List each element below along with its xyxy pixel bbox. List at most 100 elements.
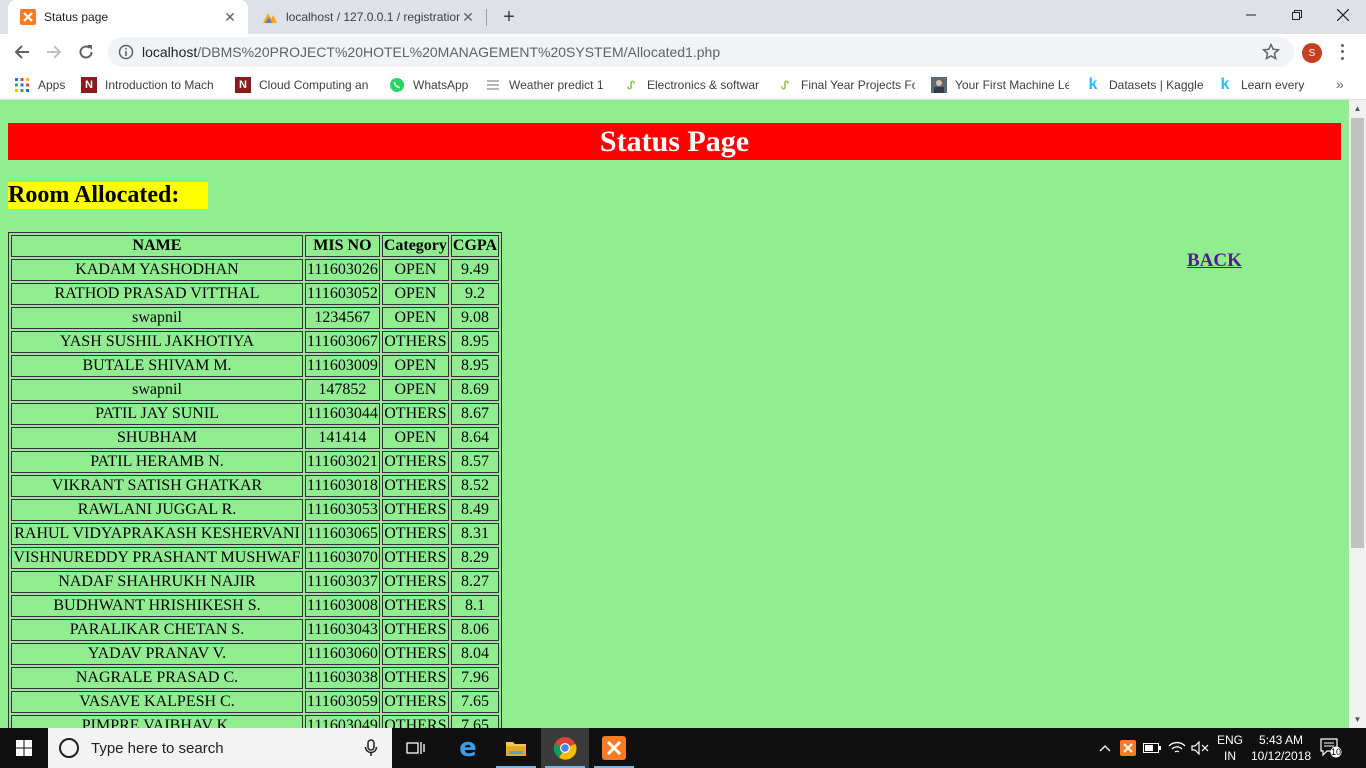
nptel-icon: N xyxy=(81,77,97,93)
bookmark-label: Learn every xyxy=(1241,78,1305,92)
reload-icon[interactable] xyxy=(72,38,100,66)
category-cell: OTHERS xyxy=(381,499,449,521)
close-window-button[interactable] xyxy=(1320,0,1366,30)
file-explorer-icon[interactable] xyxy=(492,728,540,768)
cgpa-cell: 7.96 xyxy=(450,667,500,689)
category-cell: OTHERS xyxy=(381,619,449,641)
info-icon[interactable] xyxy=(118,44,134,60)
new-tab-button[interactable]: + xyxy=(498,6,520,28)
xampp-taskbar-icon[interactable] xyxy=(590,728,638,768)
notification-count-badge: 10 xyxy=(1331,747,1342,757)
restore-button[interactable] xyxy=(1274,0,1320,30)
mis-number-cell: 111603009 xyxy=(305,355,380,377)
category-cell: OTHERS xyxy=(381,715,449,728)
forward-arrow-icon[interactable] xyxy=(40,38,68,66)
cgpa-cell: 8.69 xyxy=(450,379,500,401)
cgpa-cell: 8.64 xyxy=(450,427,500,449)
table-row: VIKRANT SATISH GHATKAR 111603018 OTHERS 8.5… xyxy=(11,475,500,497)
back-link[interactable]: BACK xyxy=(1187,250,1242,272)
student-name-cell: VISHNUREDDY PRASHANT MUSHWAF xyxy=(11,547,303,569)
table-row: PIMPRE VAIBHAV K. 111603049 OTHERS 7.65 xyxy=(11,715,500,728)
wifi-icon[interactable] xyxy=(1166,728,1188,768)
mis-number-cell: 111603065 xyxy=(305,523,380,545)
tab-status-page[interactable]: Status page ✕ xyxy=(8,0,248,34)
edge-browser-icon[interactable]: e xyxy=(444,728,492,768)
address-bar[interactable]: localhost/DBMS%20PROJECT%20HOTEL%20MANAG… xyxy=(108,37,1294,67)
mis-number-cell: 111603018 xyxy=(305,475,380,497)
mis-number-cell: 1234567 xyxy=(305,307,380,329)
close-tab-icon[interactable]: ✕ xyxy=(222,9,238,25)
mis-number-cell: 111603037 xyxy=(305,571,380,593)
table-row: NADAF SHAHRUKH NAJIR 111603037 OTHERS 8.27 xyxy=(11,571,500,593)
input-language[interactable]: ENG IN xyxy=(1214,732,1246,764)
language-code: ENG xyxy=(1216,733,1243,747)
microphone-icon[interactable] xyxy=(364,739,378,757)
xampp-tray-icon[interactable] xyxy=(1118,728,1138,768)
action-center-icon[interactable]: 10 xyxy=(1320,738,1342,758)
category-cell: OPEN xyxy=(381,355,449,377)
bookmark-label: Your First Machine Le xyxy=(955,78,1069,92)
scroll-up-arrow-icon[interactable]: ▲ xyxy=(1349,100,1366,117)
close-tab-icon[interactable]: ✕ xyxy=(460,9,476,25)
table-row: RAWLANI JUGGAL R. 111603053 OTHERS 8.49 xyxy=(11,499,500,521)
bookmark-learn-every[interactable]: k Learn every xyxy=(1217,76,1307,94)
apps-grid-icon xyxy=(14,77,30,93)
table-row: VISHNUREDDY PRASHANT MUSHWAF 111603070 OTH… xyxy=(11,547,500,569)
minimize-button[interactable] xyxy=(1228,0,1274,30)
taskbar-search-box[interactable]: Type here to search xyxy=(48,728,392,768)
bookmark-weather-predict[interactable]: Weather predict 1 xyxy=(485,76,609,94)
bookmark-electronics-software[interactable]: ᔑ Electronics & softwar xyxy=(623,76,761,94)
bookmark-cloud-computing[interactable]: N Cloud Computing an xyxy=(235,76,373,94)
bookmark-star-icon[interactable] xyxy=(1261,42,1281,61)
cgpa-cell: 9.2 xyxy=(450,283,500,305)
bookmark-first-machine-learning[interactable]: Your First Machine Le xyxy=(931,76,1069,94)
clock-date: 10/12/2018 xyxy=(1250,749,1312,763)
category-cell: OTHERS xyxy=(381,691,449,713)
mis-number-cell: 111603026 xyxy=(305,259,380,281)
tab-strip: Status page ✕ localhost / 127.0.0.1 / re… xyxy=(0,0,1366,34)
vertical-scrollbar[interactable]: ▲ ▼ xyxy=(1349,100,1366,728)
profile-avatar[interactable]: S xyxy=(1302,43,1322,63)
xampp-favicon-icon xyxy=(20,9,36,25)
chrome-taskbar-icon[interactable] xyxy=(541,728,589,768)
scroll-down-arrow-icon[interactable]: ▼ xyxy=(1349,711,1366,728)
category-cell: OTHERS xyxy=(381,331,449,353)
mis-number-cell: 111603008 xyxy=(305,595,380,617)
cgpa-cell: 7.65 xyxy=(450,691,500,713)
mis-number-cell: 111603060 xyxy=(305,643,380,665)
bookmark-whatsapp[interactable]: WhatsApp xyxy=(389,76,473,94)
table-row: YADAV PRANAV V. 111603060 OTHERS 8.04 xyxy=(11,643,500,665)
tab-phpmyadmin[interactable]: localhost / 127.0.0.1 / registration ✕ xyxy=(250,0,486,34)
battery-icon[interactable] xyxy=(1142,728,1162,768)
cgpa-cell: 8.95 xyxy=(450,355,500,377)
phpmyadmin-favicon-icon xyxy=(262,9,278,25)
category-cell: OPEN xyxy=(381,283,449,305)
bookmark-kaggle-datasets[interactable]: k Datasets | Kaggle xyxy=(1085,76,1207,94)
mis-number-cell: 111603052 xyxy=(305,283,380,305)
task-view-icon[interactable] xyxy=(392,728,440,768)
system-clock[interactable]: 5:43 AM 10/12/2018 xyxy=(1250,732,1312,764)
category-cell: OPEN xyxy=(381,427,449,449)
bookmarks-overflow-icon[interactable]: » xyxy=(1336,76,1344,92)
category-cell: OPEN xyxy=(381,307,449,329)
scrollbar-thumb[interactable] xyxy=(1351,118,1364,548)
table-row: BUTALE SHIVAM M. 111603009 OPEN 8.95 xyxy=(11,355,500,377)
bookmark-final-year-projects[interactable]: ᔑ Final Year Projects Fo xyxy=(777,76,915,94)
windows-start-icon[interactable] xyxy=(0,728,48,768)
bookmark-label: Apps xyxy=(38,78,66,92)
bookmarks-bar: Apps N Introduction to Mach N Cloud Comp… xyxy=(0,70,1366,100)
volume-muted-icon[interactable] xyxy=(1190,728,1210,768)
back-arrow-icon[interactable] xyxy=(8,38,36,66)
table-row: YASH SUSHIL JAKHOTIYA 111603067 OTHERS 8.95 xyxy=(11,331,500,353)
table-row: PATIL HERAMB N. 111603021 OTHERS 8.57 xyxy=(11,451,500,473)
bookmark-apps[interactable]: Apps xyxy=(14,76,74,94)
tab-title: localhost / 127.0.0.1 / registration xyxy=(286,10,460,24)
chrome-menu-icon[interactable] xyxy=(1335,42,1349,62)
search-placeholder: Type here to search xyxy=(91,739,224,757)
student-name-cell: NADAF SHAHRUKH NAJIR xyxy=(11,571,303,593)
bookmark-intro-machine-learning[interactable]: N Introduction to Mach xyxy=(81,76,219,94)
show-hidden-icons-chevron-icon[interactable] xyxy=(1096,728,1114,768)
table-row: PATIL JAY SUNIL 111603044 OTHERS 8.67 xyxy=(11,403,500,425)
student-name-cell: PIMPRE VAIBHAV K. xyxy=(11,715,303,728)
student-name-cell: KADAM YASHODHAN xyxy=(11,259,303,281)
